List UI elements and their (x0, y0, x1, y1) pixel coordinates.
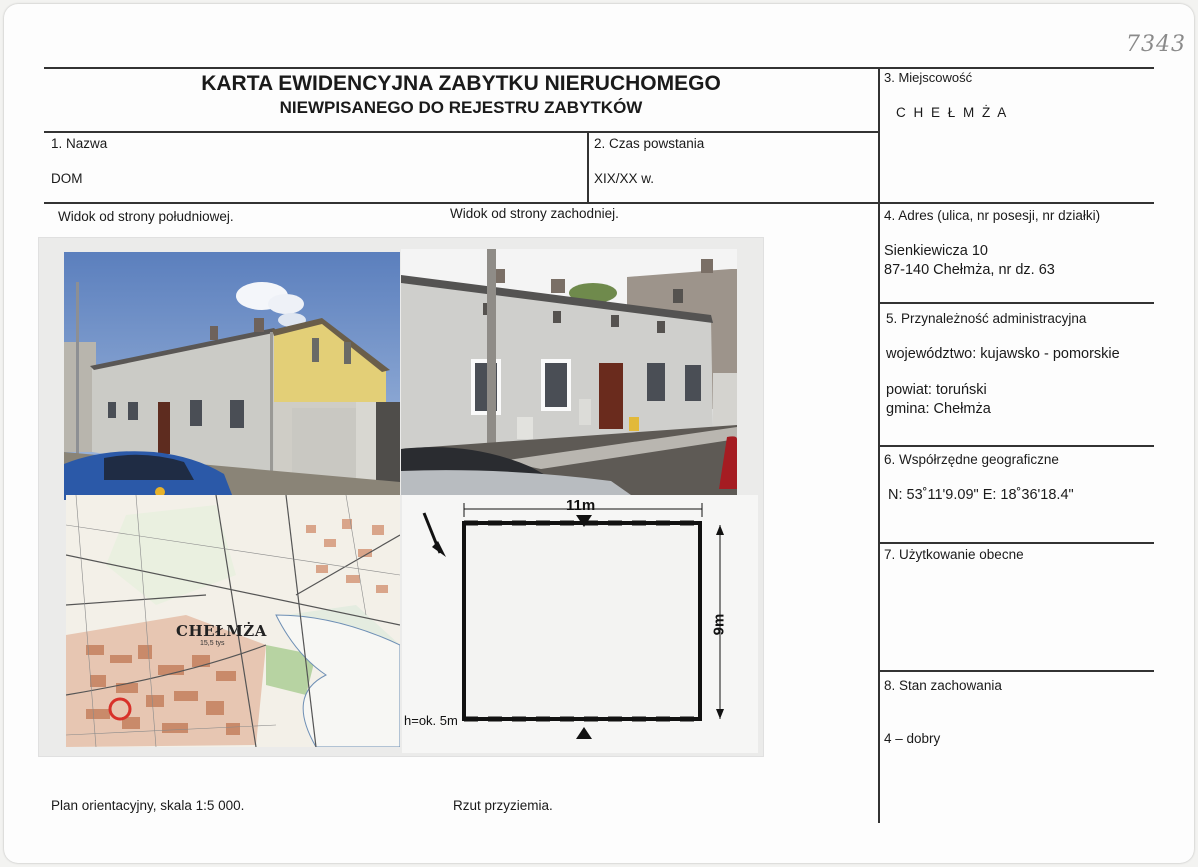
commune-value: gmina: Chełmża (886, 401, 991, 417)
voivodeship-value: województwo: kujawsko - pomorskie (886, 346, 1120, 362)
plan-depth-label: 9m (710, 613, 728, 636)
map-town-label: CHEŁMŻA (176, 622, 267, 640)
right-divider-7 (878, 542, 1154, 544)
address-label: 4. Adres (ulica, nr posesji, nr działki) (884, 208, 1101, 223)
time-value: XIX/XX w. (594, 171, 655, 186)
address-line1: Sienkiewicza 10 (884, 243, 988, 259)
west-view-photo (401, 249, 737, 495)
south-view-photo (64, 252, 400, 500)
locality-label: 3. Miejscowość (884, 70, 973, 85)
time-label: 2. Czas powstania (594, 136, 705, 151)
site-map (66, 495, 400, 747)
form-top-border (44, 67, 1154, 69)
reference-number: 7343 (1126, 32, 1186, 57)
plan-height-label: h=ok. 5m (404, 713, 458, 728)
current-use-label: 7. Użytkowanie obecne (884, 547, 1024, 562)
county-value: powiat: toruński (886, 382, 987, 398)
west-view-caption: Widok od strony zachodniej. (450, 206, 619, 221)
administration-label: 5. Przynależność administracyjna (886, 311, 1087, 326)
form-title-line2: NIEWPISANEGO DO REJESTRU ZABYTKÓW (279, 98, 643, 117)
south-view-caption: Widok od strony południowej. (58, 209, 234, 224)
name-value: DOM (51, 171, 83, 186)
map-population-label: 15,5 tys (200, 640, 225, 647)
right-divider-6 (878, 445, 1154, 447)
site-plan-caption: Plan orientacyjny, skala 1:5 000. (51, 798, 245, 813)
plan-width-label: 11m (566, 497, 596, 514)
name-label: 1. Nazwa (51, 136, 108, 151)
name-time-divider (587, 131, 589, 203)
row-divider-2 (44, 202, 1154, 204)
address-line2: 87-140 Chełmża, nr dz. 63 (884, 262, 1055, 278)
coordinates-label: 6. Współrzędne geograficzne (884, 452, 1059, 467)
locality-value: C H E Ł M Ż A (896, 105, 1009, 120)
condition-label: 8. Stan zachowania (884, 678, 1002, 693)
condition-value: 4 – dobry (884, 731, 941, 746)
coordinates-value: N: 53˚11'9.09" E: 18˚36'18.4" (888, 487, 1074, 503)
right-divider-8 (878, 670, 1154, 672)
row-divider-1 (44, 131, 878, 133)
form-title-line1: KARTA EWIDENCYJNA ZABYTKU NIERUCHOMEGO (201, 72, 721, 95)
right-divider-5 (878, 302, 1154, 304)
ground-floor-caption: Rzut przyziemia. (453, 798, 553, 813)
